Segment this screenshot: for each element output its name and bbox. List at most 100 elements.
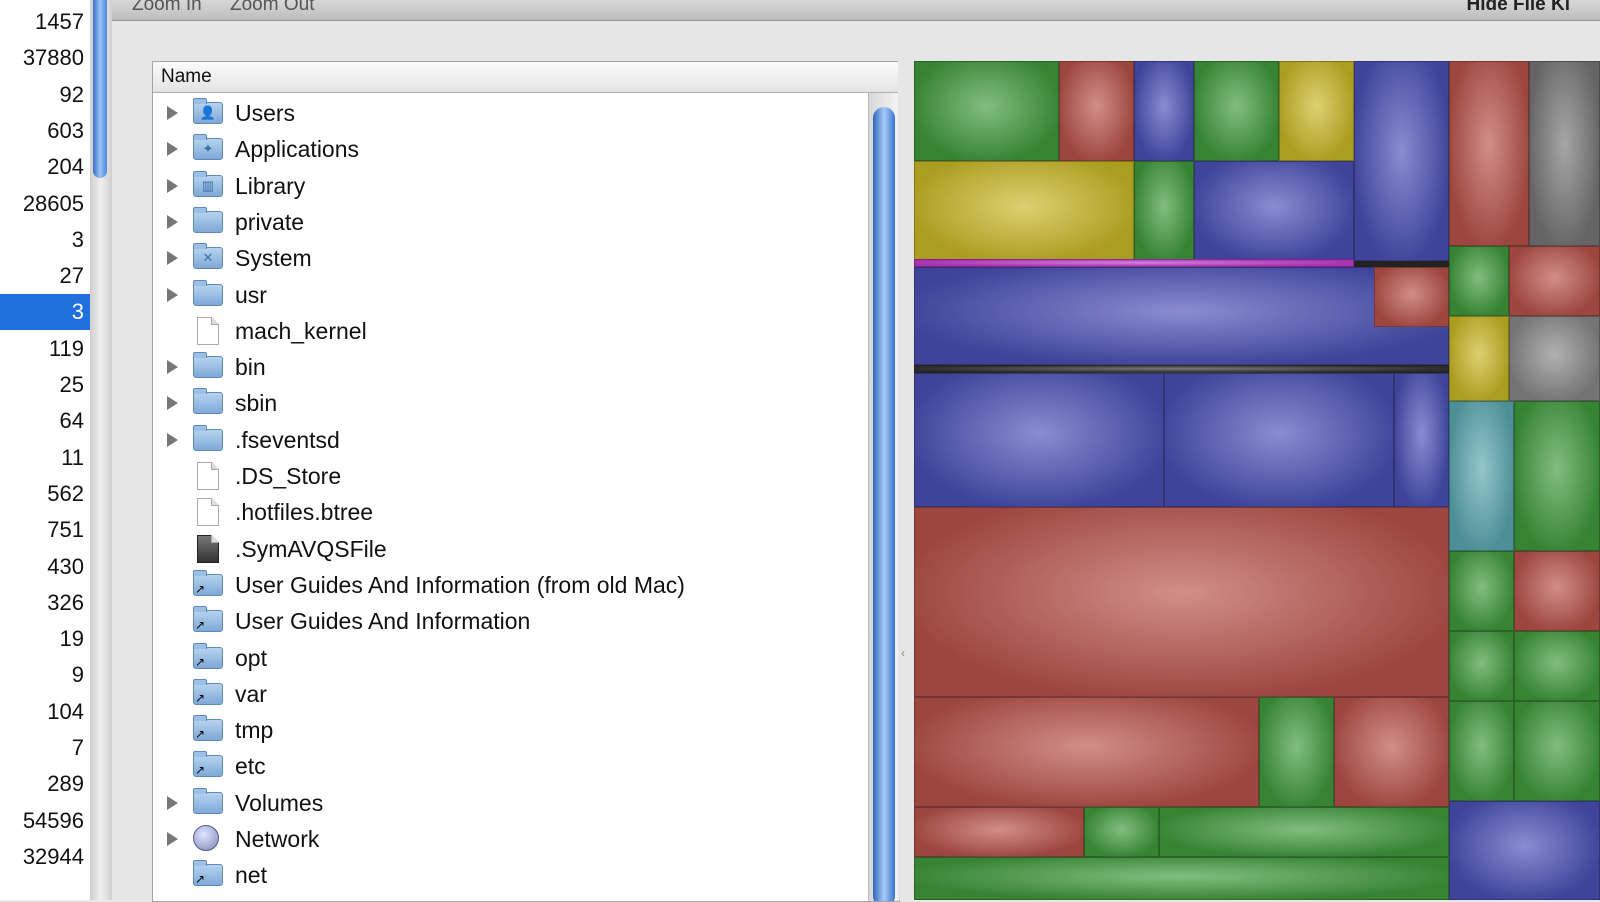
treemap-block[interactable] (1084, 807, 1159, 857)
treemap-block[interactable] (914, 857, 1449, 900)
treemap-block[interactable] (1279, 61, 1354, 161)
file-count-cell[interactable]: 92 (0, 77, 84, 113)
tree-row[interactable]: ↗ tmp (153, 712, 868, 748)
file-count-cell[interactable]: 603 (0, 113, 84, 149)
disclosure-triangle-icon[interactable] (167, 432, 178, 447)
file-count-cell[interactable]: 1457 (0, 4, 84, 40)
treemap-block[interactable] (914, 373, 1164, 507)
treemap-block[interactable] (914, 507, 1449, 697)
treemap-block[interactable] (1259, 697, 1334, 807)
treemap-block[interactable] (1134, 161, 1194, 261)
tree-row[interactable]: Network (153, 821, 868, 857)
file-count-cell[interactable]: 430 (0, 549, 84, 585)
treemap-block[interactable] (1514, 401, 1600, 551)
tree-row[interactable]: ↗ var (153, 676, 868, 712)
treemap-block[interactable] (1449, 631, 1514, 701)
disclosure-triangle-icon[interactable] (167, 396, 178, 411)
treemap-block[interactable] (1449, 701, 1514, 801)
file-count-cell[interactable]: 54596 (0, 803, 84, 839)
file-count-cell[interactable]: 289 (0, 766, 84, 802)
tree-row[interactable]: 👤 Users (153, 95, 868, 131)
file-count-cell[interactable]: 562 (0, 476, 84, 512)
file-count-cell[interactable]: 28605 (0, 186, 84, 222)
treemap-block[interactable] (1514, 631, 1600, 701)
tree-row[interactable]: ✕ System (153, 240, 868, 276)
treemap-block[interactable] (1449, 316, 1509, 401)
treemap-block[interactable] (1134, 61, 1194, 161)
treemap-block[interactable] (914, 807, 1084, 857)
treemap-block[interactable] (1449, 551, 1514, 631)
treemap-block[interactable] (1449, 801, 1600, 900)
disclosure-triangle-icon[interactable] (167, 214, 178, 229)
tree-row[interactable]: ✦ Applications (153, 131, 868, 167)
counts-scroll-thumb[interactable] (93, 0, 107, 178)
file-count-cell[interactable]: 326 (0, 585, 84, 621)
treemap-block[interactable] (1194, 161, 1354, 261)
disclosure-triangle-icon[interactable] (167, 106, 178, 120)
tree-row[interactable]: ▥ Library (153, 168, 868, 204)
treemap-block[interactable] (1514, 701, 1600, 801)
tree-row[interactable]: ↗ etc (153, 748, 868, 784)
treemap-block[interactable] (1194, 61, 1279, 161)
zoom-in-button[interactable]: Zoom In (132, 0, 202, 16)
treemap-block[interactable] (1354, 61, 1449, 261)
file-count-cell[interactable]: 32944 (0, 839, 84, 875)
disclosure-triangle-icon[interactable] (167, 287, 178, 302)
disclosure-triangle-icon[interactable] (167, 142, 178, 157)
tree-row[interactable]: .hotfiles.btree (153, 494, 868, 530)
disclosure-triangle-icon[interactable] (167, 832, 178, 846)
tree-row[interactable]: .DS_Store (153, 458, 868, 494)
file-count-cell[interactable]: 19 (0, 621, 84, 657)
tree-scroll-thumb[interactable] (873, 107, 895, 901)
tree-row[interactable]: .fseventsd (153, 422, 868, 458)
file-count-cell[interactable]: 3 (0, 294, 90, 331)
zoom-out-button[interactable]: Zoom Out (230, 0, 314, 16)
disclosure-triangle-icon[interactable] (167, 251, 178, 266)
tree-row[interactable]: ↗ User Guides And Information (153, 603, 868, 639)
file-count-cell[interactable]: 751 (0, 512, 84, 548)
treemap-block[interactable] (914, 61, 1059, 161)
tree-row[interactable]: private (153, 204, 868, 240)
treemap-block[interactable] (1449, 61, 1529, 246)
treemap-block[interactable] (914, 259, 1354, 267)
file-count-cell[interactable]: 3 (0, 222, 84, 258)
treemap-block[interactable] (914, 697, 1259, 807)
treemap-block[interactable] (1159, 807, 1449, 857)
file-count-cell[interactable]: 27 (0, 258, 84, 294)
file-count-cell[interactable]: 25 (0, 367, 84, 403)
tree-row[interactable]: bin (153, 349, 868, 385)
file-tree[interactable]: Name 👤 Users ✦ Applications ▥ Library private ✕… (152, 61, 900, 902)
file-count-cell[interactable]: 119 (0, 331, 84, 367)
treemap-block[interactable] (914, 365, 1449, 373)
treemap-block[interactable] (1529, 61, 1600, 246)
treemap-block[interactable] (914, 161, 1134, 261)
disclosure-triangle-icon[interactable] (167, 178, 178, 193)
tree-row[interactable]: usr (153, 277, 868, 313)
tree-row[interactable]: sbin (153, 385, 868, 421)
file-count-cell[interactable]: 104 (0, 694, 84, 730)
treemap-block[interactable] (1374, 267, 1449, 327)
hide-file-kind-button[interactable]: Hide File Ki (1467, 0, 1570, 16)
file-count-cell[interactable]: 9 (0, 657, 84, 693)
split-view-divider[interactable]: ‹ (898, 61, 914, 900)
treemap-block[interactable] (1164, 373, 1394, 507)
disk-usage-treemap[interactable] (914, 61, 1600, 900)
treemap-block[interactable] (1334, 697, 1449, 807)
tree-row[interactable]: ↗ User Guides And Information (from old M… (153, 567, 868, 603)
tree-row[interactable]: Volumes (153, 785, 868, 821)
tree-row[interactable]: mach_kernel (153, 313, 868, 349)
treemap-block[interactable] (914, 267, 1449, 365)
disclosure-triangle-icon[interactable] (167, 795, 178, 810)
treemap-block[interactable] (1509, 246, 1600, 316)
treemap-block[interactable] (1509, 316, 1600, 401)
disclosure-triangle-icon[interactable] (167, 360, 178, 375)
treemap-block[interactable] (1514, 551, 1600, 631)
file-count-cell[interactable]: 37880 (0, 40, 84, 76)
treemap-block[interactable] (1449, 246, 1509, 316)
counts-scrollbar[interactable] (90, 0, 112, 900)
name-column-header[interactable]: Name (153, 62, 899, 93)
tree-scrollbar[interactable] (868, 93, 899, 901)
file-count-cell[interactable]: 7 (0, 730, 84, 766)
file-count-cell[interactable]: 204 (0, 149, 84, 185)
treemap-block[interactable] (1394, 373, 1449, 507)
